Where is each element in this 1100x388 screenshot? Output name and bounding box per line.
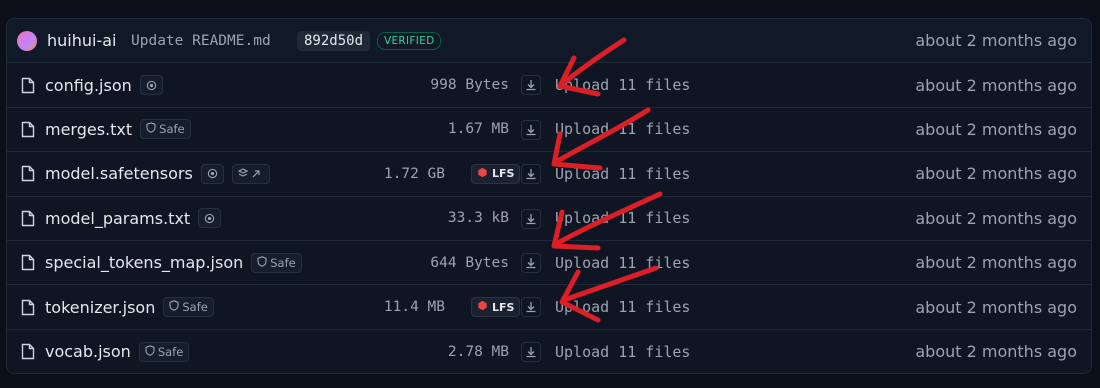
file-commit-message[interactable]: Upload 11 files <box>555 285 690 328</box>
file-row[interactable]: model_params.txt 33.3 kB Upload 11 files ab… <box>7 197 1091 241</box>
inference-icon[interactable] <box>139 75 163 96</box>
commit-author[interactable]: huihui-ai <box>47 19 116 62</box>
file-name[interactable]: special_tokens_map.json <box>45 253 243 272</box>
file-commit-message[interactable]: Upload 11 files <box>555 108 690 151</box>
shield-icon <box>145 345 155 359</box>
download-icon[interactable] <box>521 297 541 318</box>
author-avatar-wrap[interactable] <box>17 19 37 62</box>
download-icon[interactable] <box>521 119 541 140</box>
file-commit-time: about 2 months ago <box>915 253 1077 273</box>
lfs-icon <box>477 167 488 181</box>
safe-badge[interactable]: Safe <box>138 341 190 362</box>
file-size: 2.78 MB <box>447 343 509 360</box>
verified-badge: VERIFIED <box>377 31 442 50</box>
file-name[interactable]: config.json <box>45 76 132 95</box>
inference-icon[interactable] <box>198 208 222 229</box>
file-commit-message[interactable]: Upload 11 files <box>555 241 690 284</box>
file-commit-message[interactable]: Upload 11 files <box>555 152 690 195</box>
lfs-badge[interactable]: LFS <box>471 163 521 184</box>
file-icon <box>21 197 35 240</box>
safe-badge[interactable]: Safe <box>163 297 214 318</box>
file-row[interactable]: config.json 998 Bytes Upload 11 files about… <box>7 63 1091 108</box>
file-size: 644 Bytes <box>430 254 509 271</box>
shield-icon <box>257 255 267 270</box>
safe-badge[interactable]: Safe <box>140 119 191 140</box>
file-size: 1.67 MB <box>447 121 509 138</box>
download-icon[interactable] <box>521 208 541 229</box>
file-size: 33.3 kB <box>447 210 509 227</box>
file-commit-message[interactable]: Upload 11 files <box>555 330 690 373</box>
file-commit-time: about 2 months ago <box>915 342 1077 362</box>
file-commit-time: about 2 months ago <box>915 75 1077 95</box>
file-icon <box>21 241 35 284</box>
file-commit-time: about 2 months ago <box>915 208 1077 228</box>
commit-time: about 2 months ago <box>915 31 1077 51</box>
file-icon <box>21 108 35 151</box>
file-name[interactable]: model_params.txt <box>45 209 190 228</box>
file-icon <box>21 330 35 373</box>
file-row[interactable]: vocab.json Safe 2.78 MB Upload 11 files abou… <box>7 330 1091 373</box>
safe-label: Safe <box>182 300 208 315</box>
inference-icon[interactable] <box>200 163 224 184</box>
file-commit-message[interactable]: Upload 11 files <box>555 63 690 106</box>
safe-label: Safe <box>270 255 296 270</box>
file-icon <box>21 152 35 195</box>
file-size: 998 Bytes <box>430 77 509 94</box>
file-commit-message[interactable]: Upload 11 files <box>555 197 690 240</box>
file-row[interactable]: model.safetensors 1.72 GB LFS Upload 11 fil… <box>7 152 1091 197</box>
shield-icon <box>169 300 179 314</box>
last-commit-header: huihui-ai Update README.md 892d50d VERIF… <box>7 19 1091 64</box>
file-size: 11.4 MB <box>383 299 445 316</box>
commit-hash[interactable]: 892d50d <box>297 30 371 51</box>
file-icon <box>21 63 35 106</box>
shield-icon <box>146 122 156 136</box>
download-icon[interactable] <box>521 164 541 185</box>
safe-label: Safe <box>157 344 184 359</box>
lfs-label: LFS <box>492 167 515 181</box>
safe-label: Safe <box>159 122 185 137</box>
open-in-viewer-icon[interactable] <box>231 163 270 184</box>
file-row[interactable]: special_tokens_map.json Safe 644 Bytes Uplo… <box>7 241 1091 286</box>
file-name[interactable]: vocab.json <box>45 342 131 361</box>
download-icon[interactable] <box>521 341 541 362</box>
file-row[interactable]: tokenizer.json Safe 11.4 MB LFS Upload 11 fi… <box>7 285 1091 330</box>
download-icon[interactable] <box>521 75 541 96</box>
file-commit-time: about 2 months ago <box>915 297 1077 317</box>
file-name[interactable]: tokenizer.json <box>45 298 155 317</box>
commit-message[interactable]: Update README.md <box>131 19 271 62</box>
file-list-panel: huihui-ai Update README.md 892d50d VERIF… <box>6 18 1092 374</box>
safe-badge[interactable]: Safe <box>251 252 302 273</box>
file-row[interactable]: merges.txt Safe 1.67 MB Upload 11 files abou… <box>7 108 1091 153</box>
file-name[interactable]: model.safetensors <box>45 164 193 183</box>
lfs-badge[interactable]: LFS <box>471 297 521 318</box>
file-icon <box>21 285 35 328</box>
lfs-label: LFS <box>492 300 515 314</box>
avatar[interactable] <box>17 30 37 51</box>
lfs-icon <box>477 300 488 314</box>
file-commit-time: about 2 months ago <box>915 119 1077 139</box>
file-size: 1.72 GB <box>383 165 445 182</box>
file-commit-time: about 2 months ago <box>915 164 1077 184</box>
download-icon[interactable] <box>521 252 541 273</box>
file-name[interactable]: merges.txt <box>45 120 132 139</box>
